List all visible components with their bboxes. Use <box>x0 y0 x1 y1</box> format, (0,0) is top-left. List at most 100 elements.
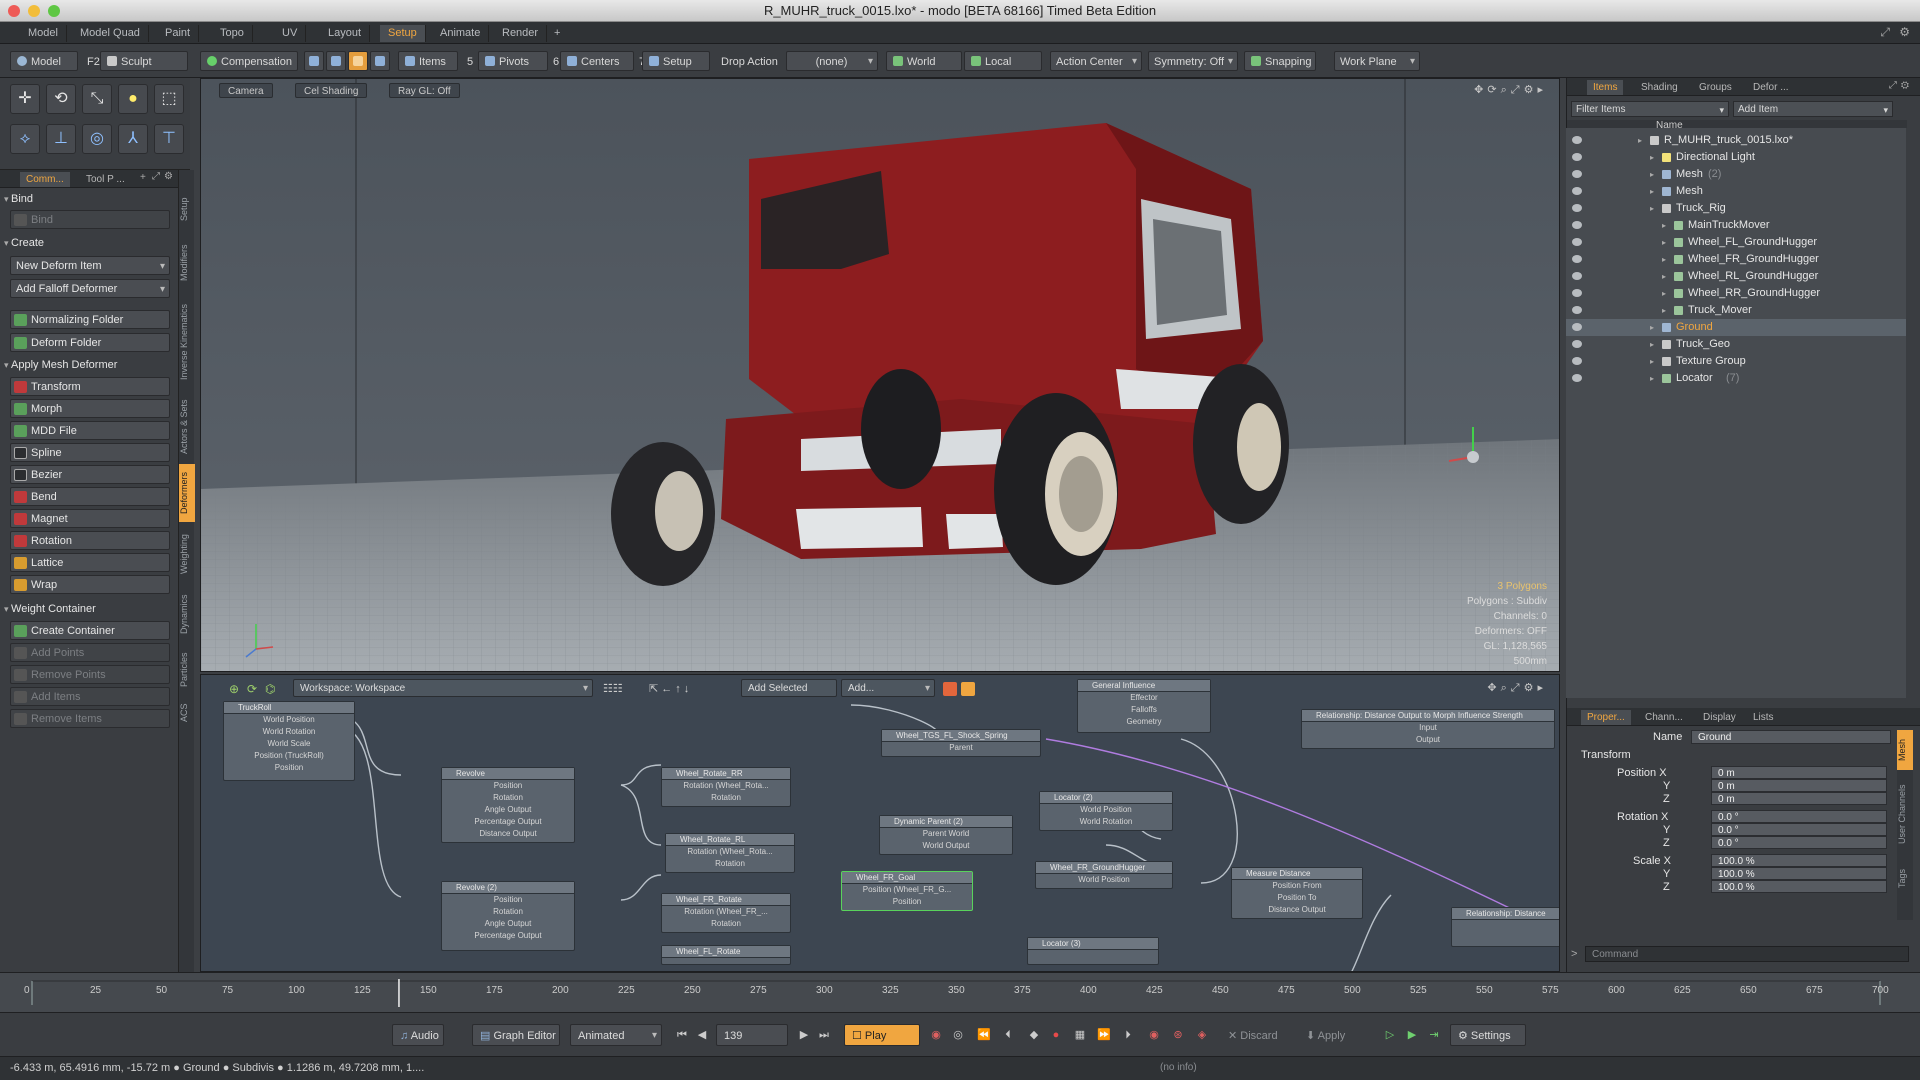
node-port[interactable]: Angle Output <box>442 918 574 930</box>
deform-folder-button[interactable]: Deform Folder <box>10 333 170 352</box>
bezier-deformer-button[interactable]: Bezier <box>10 465 170 484</box>
key-grid-icon[interactable]: ▦ <box>1072 1027 1088 1043</box>
settings-button[interactable]: ⚙ Settings <box>1450 1024 1526 1046</box>
expand-arrow-icon[interactable]: ▸ <box>1650 353 1654 370</box>
add-item-select[interactable]: Add Item ▾ <box>1733 101 1893 117</box>
expand-arrow-icon[interactable]: ▸ <box>1662 285 1666 302</box>
vtab-weighting[interactable]: Weighting <box>179 526 195 582</box>
panel-expand-icon[interactable]: ⤢ <box>152 171 160 182</box>
tab-items[interactable]: Items <box>1587 80 1624 95</box>
close-window-button[interactable] <box>8 5 20 17</box>
sculpt-mode-button[interactable]: Sculpt <box>100 51 188 71</box>
node-port[interactable]: World Position <box>224 714 354 726</box>
node-revolve[interactable]: Revolve Position Rotation Angle Output P… <box>441 767 575 843</box>
apply-button[interactable]: ⬇ Apply <box>1298 1024 1370 1046</box>
constraint-tool-icon[interactable]: ⊤ <box>154 124 184 154</box>
model-mode-button[interactable]: Model <box>10 51 78 71</box>
node-relationship-distance-morph[interactable]: Relationship: Distance Output to Morph I… <box>1301 709 1555 749</box>
expand-arrow-icon[interactable]: ▸ <box>1650 200 1654 217</box>
scale-z-field[interactable]: 100.0 % <box>1711 880 1887 893</box>
item-list[interactable]: Name ▸ R_MUHR_truck_0015.lxo* ▸ Directional… <box>1566 120 1906 698</box>
visibility-eye-icon[interactable] <box>1572 238 1582 246</box>
position-y-field[interactable]: 0 m <box>1711 779 1887 792</box>
remove-items-button[interactable]: Remove Items <box>10 709 170 728</box>
node-shock-spring[interactable]: Wheel_TGS_FL_Shock_Spring Parent <box>881 729 1041 757</box>
add-points-button[interactable]: Add Points <box>10 643 170 662</box>
compensation-toggle[interactable]: Compensation <box>200 51 298 71</box>
visibility-eye-icon[interactable] <box>1572 340 1582 348</box>
locator-tool-icon[interactable]: ◎ <box>82 124 112 154</box>
tab-channels[interactable]: Chann... <box>1639 710 1689 725</box>
node-port[interactable]: Geometry <box>1078 716 1210 728</box>
transform-tool-icon[interactable]: ⬚ <box>154 84 184 114</box>
expand-arrow-icon[interactable]: ▸ <box>1650 370 1654 387</box>
node-port[interactable]: Rotation (Wheel_FR_... <box>662 906 790 918</box>
node-relationship-distance[interactable]: Relationship: Distance <box>1451 907 1559 947</box>
node-dynamic-parent[interactable]: Dynamic Parent (2) Parent World World Ou… <box>879 815 1013 855</box>
vtab-acs[interactable]: ACS <box>179 698 195 728</box>
apply-mesh-deformer-header[interactable]: ▾ Apply Mesh Deformer <box>4 356 174 374</box>
ray-gl-tab[interactable]: Ray GL: Off <box>389 83 460 98</box>
node-port[interactable]: Rotation <box>662 792 790 804</box>
node-port[interactable]: Percentage Output <box>442 816 574 828</box>
pivot-tool-icon[interactable]: ⊥ <box>46 124 76 154</box>
next-key-icon[interactable]: ⏩ <box>1096 1027 1112 1043</box>
item-list-row[interactable]: ▸ Texture Group <box>1566 353 1906 370</box>
lattice-deformer-button[interactable]: Lattice <box>10 553 170 572</box>
visibility-eye-icon[interactable] <box>1572 204 1582 212</box>
vtab-particles[interactable]: Particles <box>179 646 195 694</box>
visibility-eye-icon[interactable] <box>1572 357 1582 365</box>
normalizing-folder-button[interactable]: Normalizing Folder <box>10 310 170 329</box>
next-keyframe-icon[interactable]: ⏵ <box>1120 1027 1136 1043</box>
vtab-setup[interactable]: Setup <box>179 186 195 232</box>
play-range-icon[interactable]: ⇥ <box>1426 1027 1442 1043</box>
node-revolve-2[interactable]: Revolve (2) Position Rotation Angle Outp… <box>441 881 575 951</box>
tab-paint[interactable]: Paint <box>157 25 200 42</box>
item-list-row[interactable]: ▸ MainTruckMover <box>1566 217 1906 234</box>
action-center-select[interactable]: Action Center <box>1050 51 1142 71</box>
bind-section-header[interactable]: ▾ Bind <box>4 190 174 208</box>
node-port[interactable]: Rotation <box>442 906 574 918</box>
wrap-deformer-button[interactable]: Wrap <box>10 575 170 594</box>
item-list-row[interactable]: ▸ Mesh (2) <box>1566 166 1906 183</box>
pivots-mode-button[interactable]: Pivots <box>478 51 548 71</box>
spline-deformer-button[interactable]: Spline <box>10 443 170 462</box>
go-to-start-icon[interactable]: ⏮ <box>674 1027 690 1043</box>
node-port[interactable]: Angle Output <box>442 804 574 816</box>
key-channel-icon[interactable]: ◈ <box>1194 1027 1210 1043</box>
expand-arrow-icon[interactable]: ▸ <box>1662 234 1666 251</box>
node-port[interactable]: World Position <box>1040 804 1172 816</box>
3d-viewport[interactable]: Camera Cel Shading Ray GL: Off ✥⟳⌕⤢⚙▸ 3 … <box>200 78 1560 672</box>
schematic-node-editor[interactable]: ⊕ ⟳ ⌬ Workspace: Workspace ☷☷ ⇱←↑↓ Add S… <box>200 674 1560 972</box>
item-list-row[interactable]: ▸ Ground <box>1566 319 1906 336</box>
items-mode-button[interactable]: Items <box>398 51 458 71</box>
expand-arrow-icon[interactable]: ▸ <box>1650 183 1654 200</box>
centers-mode-button[interactable]: Centers <box>560 51 634 71</box>
tab-model[interactable]: Model <box>20 25 67 42</box>
node-port[interactable]: Position <box>224 762 354 774</box>
tab-model-quad[interactable]: Model Quad <box>72 25 149 42</box>
items-expand-icon[interactable]: ⤢ <box>1889 80 1901 91</box>
tab-properties[interactable]: Proper... <box>1581 710 1631 725</box>
move-tool-icon[interactable]: ✛ <box>10 84 40 114</box>
visibility-eye-icon[interactable] <box>1572 289 1582 297</box>
item-list-row[interactable]: ▸ Directional Light <box>1566 149 1906 166</box>
maximize-viewport-icon[interactable]: ⤢ <box>1511 84 1524 96</box>
light-tool-icon[interactable]: ● <box>118 84 148 114</box>
rotation-x-field[interactable]: 0.0 ° <box>1711 810 1887 823</box>
prev-key-icon[interactable]: ⏪ <box>976 1027 992 1043</box>
node-port[interactable]: World Rotation <box>1040 816 1172 828</box>
timeline[interactable]: 0 25 50 75 100 125 150 175 200 225 250 275 300 325 350… <box>0 972 1920 1012</box>
viewport-menu-icon[interactable]: ▸ <box>1537 84 1547 96</box>
node-port[interactable]: Percentage Output <box>442 930 574 942</box>
node-port[interactable]: World Position <box>1036 874 1172 886</box>
node-port[interactable]: Falloffs <box>1078 704 1210 716</box>
panel-add-icon[interactable]: + <box>140 172 146 183</box>
tab-setup[interactable]: Setup <box>380 25 426 42</box>
weight-container-header[interactable]: ▾ Weight Container <box>4 600 174 618</box>
local-toggle[interactable]: Local <box>964 51 1042 71</box>
ik-tool-icon[interactable]: ⅄ <box>118 124 148 154</box>
item-list-row[interactable]: ▸ Wheel_FR_GroundHugger <box>1566 251 1906 268</box>
animated-select[interactable]: Animated <box>570 1024 662 1047</box>
bind-button[interactable]: Bind <box>10 210 170 229</box>
